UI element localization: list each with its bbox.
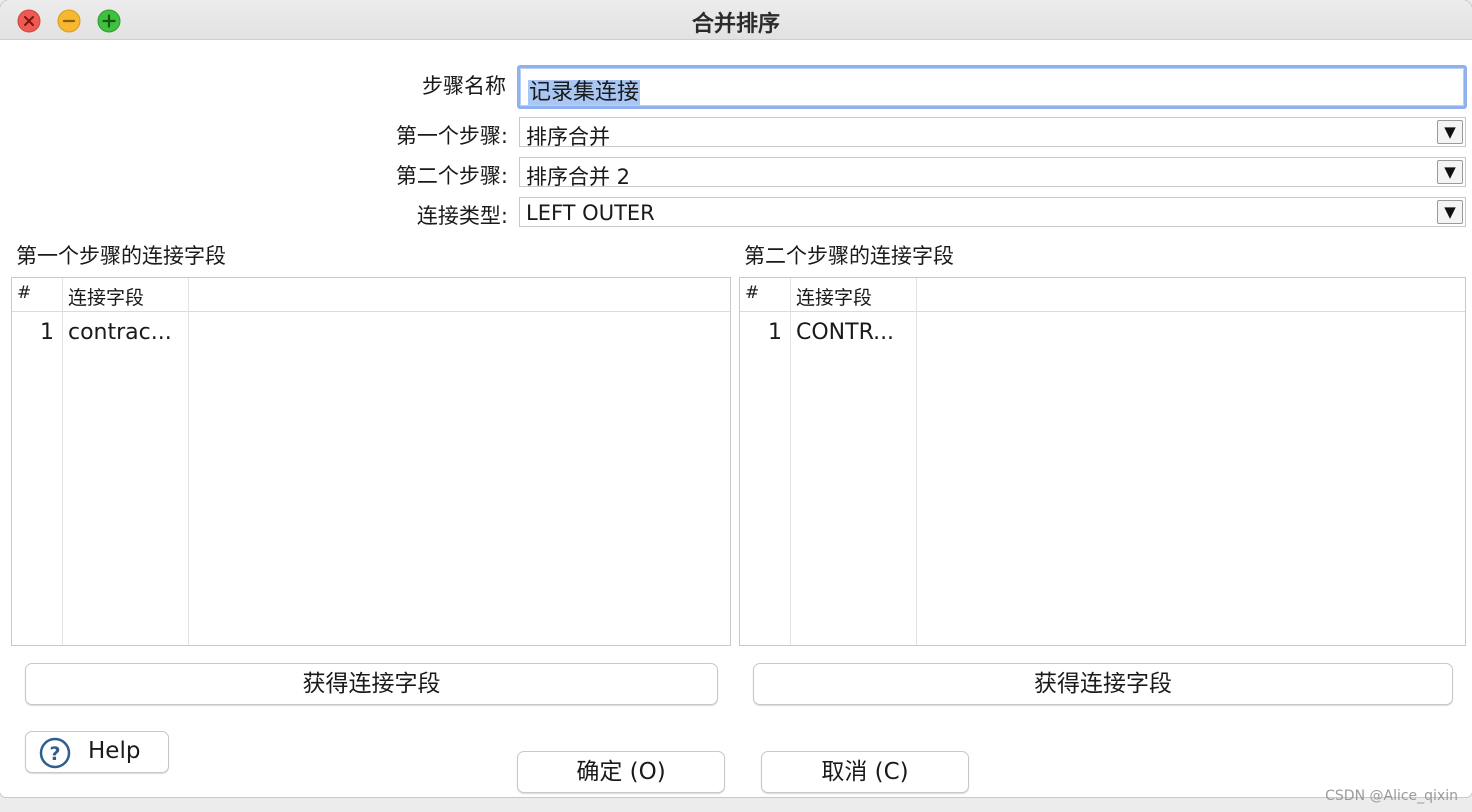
- join-type-value: LEFT OUTER: [526, 201, 655, 225]
- row-index: 1: [768, 320, 782, 345]
- row-field[interactable]: contrac...: [68, 320, 172, 345]
- window-title: 合并排序: [691, 12, 780, 37]
- join-type-label: 连接类型:: [416, 204, 508, 228]
- row-field[interactable]: CONTR...: [796, 320, 894, 345]
- dropdown-arrow-icon[interactable]: ▼: [1437, 200, 1463, 224]
- first-step-keys-table[interactable]: # 连接字段 1 contrac...: [11, 277, 731, 646]
- first-step-label: 第一个步骤:: [395, 124, 508, 148]
- step-name-input[interactable]: 记录集连接: [517, 65, 1467, 109]
- dropdown-arrow-icon[interactable]: ▼: [1437, 160, 1463, 184]
- step-name-value: 记录集连接: [528, 80, 641, 105]
- column-header-index[interactable]: #: [745, 283, 759, 303]
- row-index: 1: [40, 320, 54, 345]
- first-step-value: 排序合并: [526, 125, 610, 149]
- second-step-dropdown[interactable]: 排序合并 2 ▼: [519, 157, 1466, 189]
- get-first-step-keys-button[interactable]: 获得连接字段: [25, 663, 718, 705]
- title-bar: 合并排序: [0, 0, 1472, 40]
- column-header-field[interactable]: 连接字段: [796, 283, 872, 310]
- watermark: CSDN @Alice_qixin: [1325, 788, 1458, 804]
- first-step-dropdown[interactable]: 排序合并 ▼: [519, 117, 1466, 149]
- first-step-keys-title: 第一个步骤的连接字段: [16, 244, 226, 268]
- help-button[interactable]: ? Help: [25, 731, 169, 773]
- join-type-dropdown[interactable]: LEFT OUTER ▼: [519, 197, 1466, 227]
- help-icon: ?: [39, 737, 71, 769]
- table-header: # 连接字段: [740, 278, 1465, 312]
- dropdown-arrow-icon[interactable]: ▼: [1437, 120, 1463, 144]
- second-step-keys-title: 第二个步骤的连接字段: [744, 244, 954, 268]
- column-header-field[interactable]: 连接字段: [68, 283, 144, 310]
- get-second-step-keys-button[interactable]: 获得连接字段: [753, 663, 1453, 705]
- second-step-value: 排序合并 2: [526, 165, 631, 189]
- second-step-label: 第二个步骤:: [395, 164, 508, 188]
- help-label: Help: [88, 738, 141, 764]
- column-header-index[interactable]: #: [17, 283, 31, 303]
- cancel-button[interactable]: 取消 (C): [761, 751, 969, 793]
- step-name-label: 步骤名称: [422, 74, 506, 98]
- table-header: # 连接字段: [12, 278, 730, 312]
- second-step-keys-table[interactable]: # 连接字段 1 CONTR...: [739, 277, 1466, 646]
- svg-text:?: ?: [49, 743, 60, 765]
- merge-join-dialog: 合并排序 步骤名称 记录集连接 第一个步骤: 排序合并 ▼ 第二个步骤: 排序合…: [0, 0, 1472, 797]
- ok-button[interactable]: 确定 (O): [517, 751, 725, 793]
